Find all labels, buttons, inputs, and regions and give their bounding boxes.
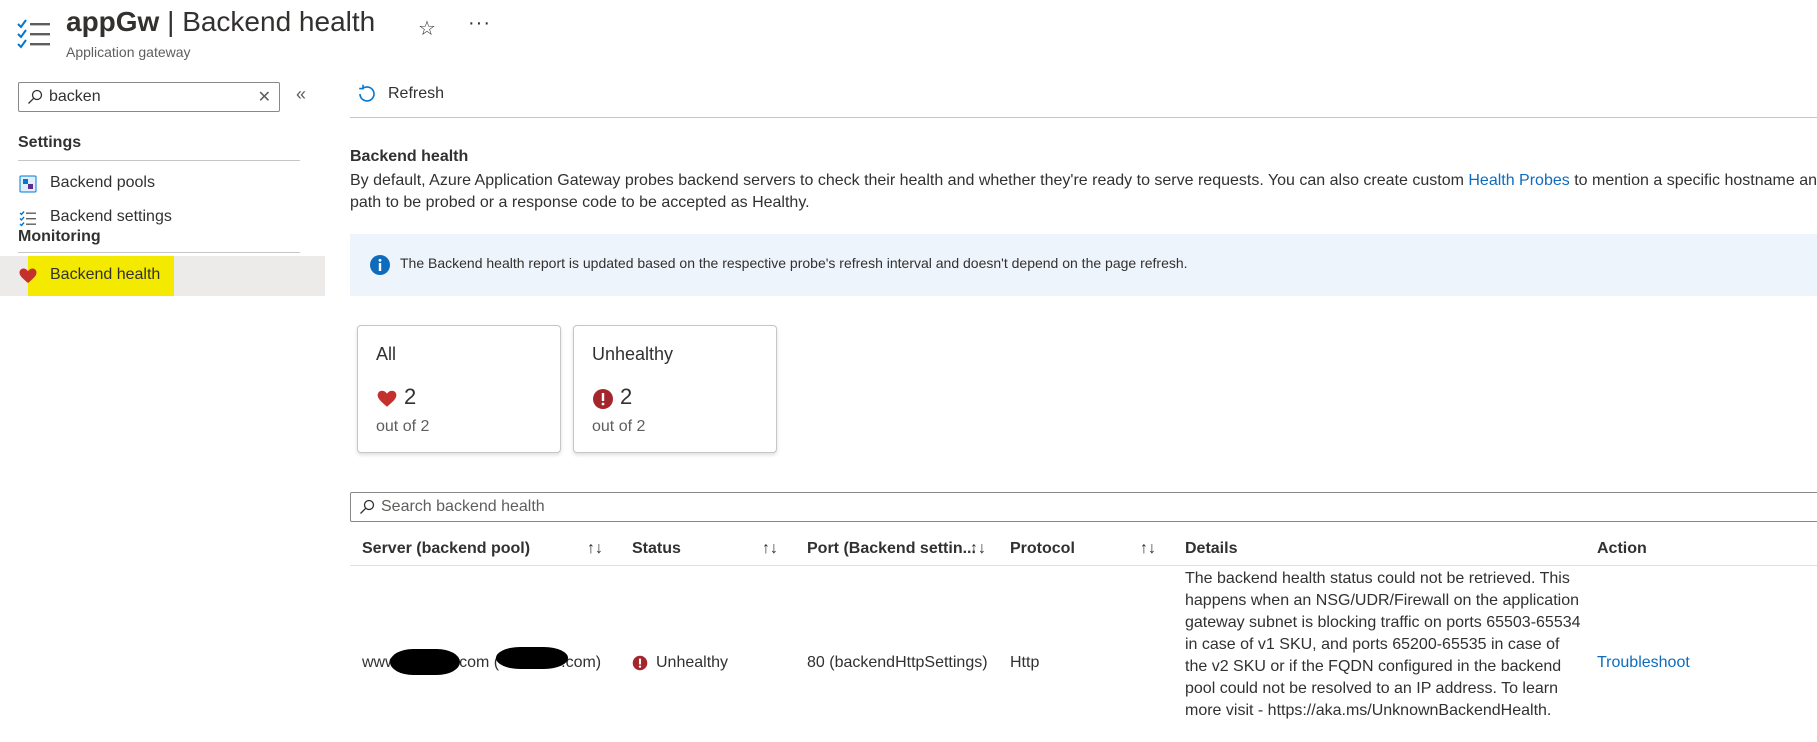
section-heading: Backend health — [350, 148, 469, 165]
section-monitoring-title: Monitoring — [18, 228, 101, 245]
heart-icon — [19, 268, 37, 283]
main-content: Refresh Backend health By default, Azure… — [350, 70, 1817, 742]
table-search-box[interactable] — [350, 492, 1817, 522]
checklist-icon — [17, 19, 50, 49]
redaction-mark — [390, 649, 460, 675]
sidebar-item-label: Backend health — [50, 266, 161, 283]
resource-name: appGw — [66, 6, 160, 37]
summary-card-all[interactable]: All 2 out of 2 — [357, 325, 561, 453]
protocol-cell: Http — [1010, 654, 1040, 671]
column-header-protocol[interactable]: Protocol — [1010, 540, 1075, 558]
sort-arrows-icon[interactable]: ↑↓ — [762, 540, 778, 558]
resource-menu: ✕ « Settings Backend pools Backend setti… — [0, 80, 325, 742]
card-title: Unhealthy — [592, 344, 674, 364]
sidebar-item-backend-health[interactable]: Backend health — [0, 256, 325, 296]
section-divider — [18, 160, 300, 161]
server-text: .com ( — [454, 654, 500, 671]
summary-card-unhealthy[interactable]: Unhealthy 2 out of 2 — [573, 325, 777, 453]
refresh-button[interactable]: Refresh — [356, 82, 444, 106]
health-probes-link[interactable]: Health Probes — [1468, 172, 1569, 189]
sidebar-item-label: Backend settings — [50, 208, 172, 225]
resource-type: Application gateway — [66, 44, 191, 60]
menu-search-box[interactable]: ✕ — [18, 82, 280, 112]
refresh-label: Refresh — [388, 85, 445, 102]
column-header-server[interactable]: Server (backend pool) — [362, 540, 530, 558]
heart-icon — [377, 390, 397, 407]
description-text: By default, Azure Application Gateway pr… — [350, 172, 1469, 189]
info-banner-text: The Backend health report is updated bas… — [400, 255, 1188, 271]
column-header-action: Action — [1597, 540, 1647, 557]
card-count: 2 — [404, 384, 417, 409]
menu-search-input[interactable] — [49, 87, 249, 107]
command-bar: Refresh — [350, 70, 1817, 118]
card-count: 2 — [620, 384, 633, 409]
troubleshoot-link[interactable]: Troubleshoot — [1597, 654, 1690, 672]
error-icon — [632, 655, 648, 671]
info-banner: The Backend health report is updated bas… — [350, 234, 1817, 296]
port-cell: 80 (backendHttpSettings) — [807, 654, 988, 671]
chevron-double-left-icon[interactable]: « — [296, 84, 306, 105]
blade-header: appGw | Backend health ☆ ··· Application… — [16, 6, 1716, 62]
status-text: Unhealthy — [656, 654, 729, 671]
column-header-details: Details — [1185, 540, 1238, 557]
page-title: appGw | Backend health — [66, 6, 375, 38]
title-separator: | — [159, 6, 183, 37]
sort-arrows-icon[interactable]: ↑↓ — [970, 540, 986, 558]
section-settings-title: Settings — [18, 134, 82, 151]
settings-list-icon — [19, 211, 36, 227]
page-name: Backend health — [182, 6, 376, 37]
sidebar-item-label: Backend pools — [50, 174, 155, 191]
status-cell: Unhealthy — [632, 654, 728, 672]
table-search-input[interactable] — [381, 497, 781, 517]
column-header-port[interactable]: Port (Backend settin... — [807, 540, 976, 558]
backend-pools-icon — [19, 175, 37, 193]
card-subtext: out of 2 — [376, 418, 430, 435]
search-icon — [360, 499, 375, 514]
sort-arrows-icon[interactable]: ↑↓ — [1140, 540, 1156, 558]
details-cell: The backend health status could not be r… — [1185, 570, 1581, 719]
close-icon[interactable]: ✕ — [258, 87, 271, 107]
section-description: By default, Azure Application Gateway pr… — [350, 170, 1817, 214]
ellipsis-icon[interactable]: ··· — [468, 12, 491, 35]
sort-arrows-icon[interactable]: ↑↓ — [587, 540, 603, 558]
search-icon — [28, 89, 43, 104]
header-divider — [350, 565, 1817, 566]
error-icon — [593, 389, 613, 409]
star-icon[interactable]: ☆ — [418, 16, 436, 41]
card-subtext: out of 2 — [592, 418, 646, 435]
section-divider — [18, 252, 300, 253]
redaction-mark — [496, 647, 568, 669]
refresh-icon — [359, 84, 375, 102]
info-icon — [370, 255, 390, 275]
column-header-status[interactable]: Status — [632, 540, 681, 558]
card-title: All — [376, 344, 397, 364]
